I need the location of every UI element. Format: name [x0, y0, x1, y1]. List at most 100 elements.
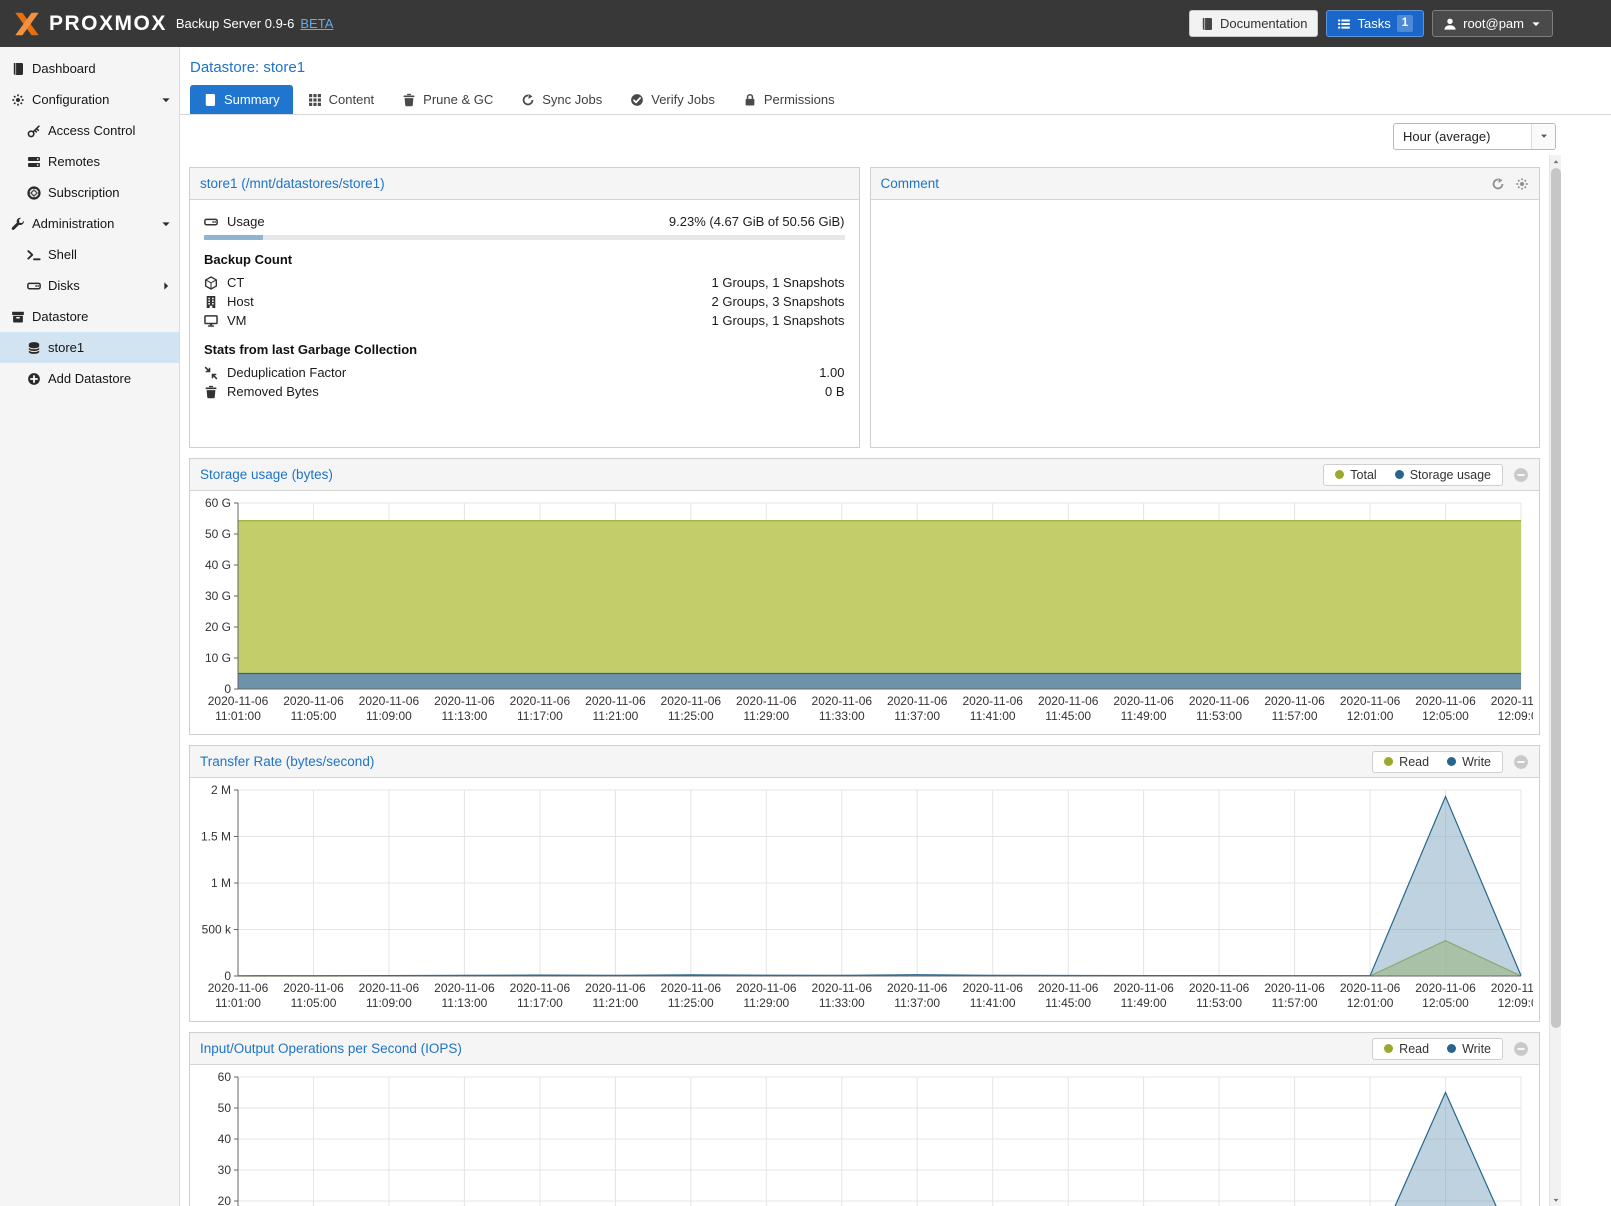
sidebar-item-remotes[interactable]: Remotes: [0, 146, 179, 177]
combo-caret-icon[interactable]: [1531, 124, 1555, 149]
tab-permissions[interactable]: Permissions: [730, 85, 848, 114]
scroll-up-arrow[interactable]: [1550, 155, 1561, 168]
svg-text:10 G: 10 G: [205, 651, 231, 665]
legend-item-storage-usage[interactable]: Storage usage: [1395, 468, 1491, 482]
legend-item-read[interactable]: Read: [1384, 1042, 1429, 1056]
scrollbar-thumb[interactable]: [1551, 168, 1561, 1028]
svg-text:11:53:00: 11:53:00: [1196, 709, 1242, 723]
tab-summary[interactable]: Summary: [190, 85, 293, 114]
cube-icon: [204, 276, 218, 290]
svg-text:40 G: 40 G: [205, 558, 231, 572]
scroll-down-arrow[interactable]: [1550, 1193, 1561, 1206]
trash-icon: [204, 385, 218, 399]
sidebar-item-add-datastore[interactable]: Add Datastore: [0, 363, 179, 394]
svg-text:11:45:00: 11:45:00: [1045, 996, 1091, 1010]
sidebar-item-label: Disks: [48, 278, 80, 293]
beta-link[interactable]: BETA: [300, 16, 333, 31]
content-scroll-area: store1 (/mnt/datastores/store1) Usage 9.…: [180, 157, 1611, 1206]
svg-text:2020-11-06: 2020-11-06: [1113, 694, 1174, 708]
sidebar-item-label: Datastore: [32, 309, 88, 324]
tab-content[interactable]: Content: [295, 85, 388, 114]
chart-canvas: 0500 k1 M1.5 M2 M2020-11-0611:01:002020-…: [190, 778, 1539, 1021]
server-icon: [27, 155, 41, 169]
svg-text:2020-11-06: 2020-11-06: [1415, 694, 1476, 708]
legend-item-total[interactable]: Total: [1335, 468, 1376, 482]
tasks-label: Tasks: [1357, 16, 1390, 31]
sidebar-item-access-control[interactable]: Access Control: [0, 115, 179, 146]
comment-body[interactable]: [871, 200, 1540, 447]
chart-title: Storage usage (bytes): [200, 467, 333, 482]
svg-text:2020-11-06: 2020-11-06: [283, 981, 344, 995]
main-area: Datastore: store1 SummaryContentPrune & …: [180, 47, 1611, 1206]
sidebar-item-datastore[interactable]: Datastore: [0, 301, 179, 332]
svg-text:2020-11-06: 2020-11-06: [887, 981, 948, 995]
check-circle-icon: [630, 93, 644, 107]
chart-header: Storage usage (bytes) Total Storage usage: [190, 459, 1539, 491]
chart-header: Transfer Rate (bytes/second)ReadWrite: [190, 746, 1539, 778]
svg-text:11:49:00: 11:49:00: [1121, 996, 1167, 1010]
svg-text:11:37:00: 11:37:00: [894, 996, 940, 1010]
caret-down-icon[interactable]: [160, 94, 172, 106]
svg-text:11:49:00: 11:49:00: [1121, 709, 1167, 723]
svg-text:11:13:00: 11:13:00: [441, 996, 487, 1010]
svg-text:2020-11-06: 2020-11-06: [434, 694, 495, 708]
backup-count-row-vm: VM1 Groups, 1 Snapshots: [204, 311, 845, 330]
sidebar-item-label: Configuration: [32, 92, 109, 107]
proxmox-logo-icon: [12, 9, 42, 39]
sidebar-item-shell[interactable]: Shell: [0, 239, 179, 270]
legend-item-write[interactable]: Write: [1447, 755, 1491, 769]
legend-item-read[interactable]: Read: [1384, 755, 1429, 769]
caret-right-icon[interactable]: [160, 280, 172, 292]
comment-panel: Comment: [870, 167, 1541, 448]
collapse-chart-icon[interactable]: [1513, 467, 1529, 483]
caret-down-icon[interactable]: [160, 218, 172, 230]
chart-canvas: 01020304050602020-11-0611:01:002020-11-0…: [190, 1065, 1539, 1206]
tasks-button[interactable]: Tasks 1: [1326, 10, 1424, 37]
header-actions: Documentation Tasks 1 root@pam: [1189, 10, 1553, 37]
tab-label: Verify Jobs: [651, 92, 715, 107]
svg-text:40: 40: [218, 1132, 232, 1146]
tab-label: Summary: [224, 92, 280, 107]
sidebar-item-store1[interactable]: store1: [0, 332, 179, 363]
svg-text:2020-11-06: 2020-11-06: [661, 981, 722, 995]
svg-text:2020-11-06: 2020-11-06: [962, 694, 1023, 708]
svg-text:30: 30: [218, 1163, 232, 1177]
svg-text:2020-11-06: 2020-11-06: [812, 694, 873, 708]
user-menu-button[interactable]: root@pam: [1432, 10, 1553, 37]
tab-verify-jobs[interactable]: Verify Jobs: [617, 85, 728, 114]
task-list-icon: [1337, 17, 1351, 31]
sidebar-item-label: Remotes: [48, 154, 100, 169]
vertical-scrollbar[interactable]: [1549, 155, 1561, 1206]
sidebar-item-disks[interactable]: Disks: [0, 270, 179, 301]
svg-text:11:09:00: 11:09:00: [366, 709, 412, 723]
chart-legend: Read Write: [1372, 1038, 1503, 1060]
svg-text:2020-11-06: 2020-11-06: [208, 981, 269, 995]
documentation-button[interactable]: Documentation: [1189, 10, 1318, 37]
svg-text:2020-11-06: 2020-11-06: [510, 694, 571, 708]
svg-text:2020-11-06: 2020-11-06: [1264, 981, 1325, 995]
sidebar-item-subscription[interactable]: Subscription: [0, 177, 179, 208]
top-header: PROXMOX Backup Server 0.9-6 BETA Documen…: [0, 0, 1611, 47]
legend-item-write[interactable]: Write: [1447, 1042, 1491, 1056]
sidebar-item-dashboard[interactable]: Dashboard: [0, 53, 179, 84]
gear-icon[interactable]: [1515, 177, 1529, 191]
svg-text:2020-11-06: 2020-11-06: [434, 981, 495, 995]
book-icon: [11, 62, 25, 76]
legend-dot: [1447, 1044, 1456, 1053]
refresh-icon[interactable]: [1491, 177, 1505, 191]
book-icon: [1200, 17, 1214, 31]
summary-panel-title: store1 (/mnt/datastores/store1): [200, 176, 385, 191]
tab-prune-gc[interactable]: Prune & GC: [389, 85, 506, 114]
time-range-select[interactable]: Hour (average): [1393, 123, 1556, 150]
svg-text:11:33:00: 11:33:00: [819, 996, 865, 1010]
sidebar-item-administration[interactable]: Administration: [0, 208, 179, 239]
collapse-chart-icon[interactable]: [1513, 754, 1529, 770]
tab-sync-jobs[interactable]: Sync Jobs: [508, 85, 615, 114]
sidebar-item-configuration[interactable]: Configuration: [0, 84, 179, 115]
backup-count-rows: CT1 Groups, 1 SnapshotsHost2 Groups, 3 S…: [204, 273, 845, 330]
collapse-chart-icon[interactable]: [1513, 1041, 1529, 1057]
svg-text:11:17:00: 11:17:00: [517, 709, 563, 723]
chart-legend: Total Storage usage: [1323, 464, 1503, 486]
wrench-icon: [11, 217, 25, 231]
time-range-value: Hour (average): [1394, 129, 1490, 144]
